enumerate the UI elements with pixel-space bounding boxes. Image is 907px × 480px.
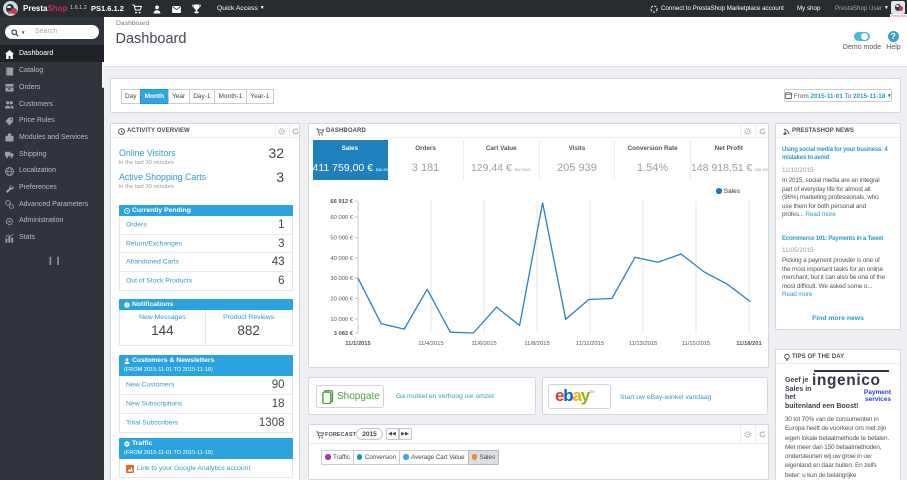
svg-text:11/4/2015: 11/4/2015: [418, 341, 443, 347]
svg-text:11/15/2015: 11/15/2015: [682, 341, 711, 347]
svg-text:11/11/2015: 11/11/2015: [576, 341, 604, 347]
svg-text:20 000 €: 20 000 €: [330, 297, 353, 303]
svg-text:50 000 €: 50 000 €: [330, 235, 353, 241]
svg-text:11/8/2015: 11/8/2015: [524, 341, 549, 347]
svg-text:66 912 €: 66 912 €: [330, 199, 353, 205]
svg-text:11/13/2015: 11/13/2015: [629, 341, 658, 347]
svg-text:10 000 €: 10 000 €: [330, 317, 353, 323]
svg-text:30 000 €: 30 000 €: [330, 276, 353, 282]
svg-text:60 000 €: 60 000 €: [330, 215, 353, 221]
svg-text:11/6/2015: 11/6/2015: [471, 341, 496, 347]
svg-text:11/18/201: 11/18/201: [736, 341, 762, 347]
svg-text:11/1/2015: 11/1/2015: [345, 341, 371, 347]
svg-text:40 000 €: 40 000 €: [330, 256, 353, 262]
svg-text:3 082 €: 3 082 €: [334, 331, 354, 337]
